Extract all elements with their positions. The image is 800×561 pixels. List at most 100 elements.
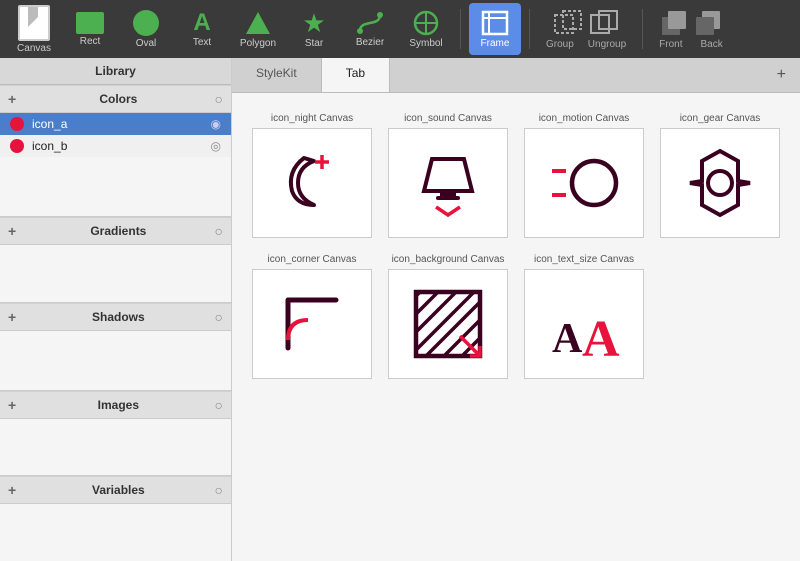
tool-text[interactable]: A Text xyxy=(176,3,228,55)
tool-text-label: Text xyxy=(193,37,211,48)
colors-settings-icon[interactable]: ○ xyxy=(215,91,223,107)
rect-icon xyxy=(76,12,104,34)
color-eye-icon-a[interactable]: ◉ xyxy=(211,117,221,131)
gradients-title: Gradients xyxy=(22,224,214,238)
tabs-bar: StyleKit Tab + xyxy=(232,58,800,93)
corner-icon xyxy=(272,284,352,364)
oval-icon xyxy=(133,10,159,36)
gradients-add-btn[interactable]: + xyxy=(8,223,16,239)
canvas-card-night[interactable]: icon_night Canvas xyxy=(252,113,372,238)
polygon-icon xyxy=(244,10,272,36)
color-item-icon-b[interactable]: icon_b ◎ xyxy=(0,135,231,157)
canvas-thumb-night xyxy=(252,128,372,238)
group-icon xyxy=(553,9,583,37)
canvas-thumb-textsize: A A xyxy=(524,269,644,379)
ungroup-label[interactable]: Ungroup xyxy=(588,39,626,50)
left-panel: Library + Colors ○ icon_a ◉ icon_b ◎ + G… xyxy=(0,58,232,561)
shadows-title: Shadows xyxy=(22,310,214,324)
canvas-label-textsize: icon_text_size Canvas xyxy=(534,254,634,265)
main-content: Library + Colors ○ icon_a ◉ icon_b ◎ + G… xyxy=(0,58,800,561)
color-name-icon-a: icon_a xyxy=(32,117,203,131)
gear-icon xyxy=(680,143,760,223)
canvas-card-corner[interactable]: icon_corner Canvas xyxy=(252,254,372,379)
textsize-icon: A A xyxy=(544,284,624,364)
ungroup-icon xyxy=(589,9,619,37)
canvas-label-motion: icon_motion Canvas xyxy=(539,113,630,124)
canvas-thumb-sound xyxy=(388,128,508,238)
tool-rect-label: Rect xyxy=(80,36,101,47)
bezier-icon xyxy=(356,11,384,35)
motion-icon xyxy=(544,143,624,223)
variables-settings-icon[interactable]: ○ xyxy=(215,482,223,498)
tool-star-label: Star xyxy=(305,38,323,49)
color-dot-icon-a xyxy=(10,117,24,131)
tool-symbol-label: Symbol xyxy=(409,38,442,49)
tool-star[interactable]: ★ Star xyxy=(288,3,340,55)
tab-add-btn[interactable]: + xyxy=(763,58,800,92)
tool-bezier-label: Bezier xyxy=(356,37,384,48)
group-ungroup-section: Group Ungroup xyxy=(538,5,634,54)
canvas-card-textsize[interactable]: icon_text_size Canvas A A xyxy=(524,254,644,379)
canvas-card-sound[interactable]: icon_sound Canvas xyxy=(388,113,508,238)
shadows-add-btn[interactable]: + xyxy=(8,309,16,325)
front-label[interactable]: Front xyxy=(659,39,682,50)
gradients-section-header: + Gradients ○ xyxy=(0,217,231,245)
toolbar: Canvas Rect Oval A Text Polygon ★ Star B… xyxy=(0,0,800,58)
canvas-area: icon_night Canvas icon_sound Canvas xyxy=(232,93,800,561)
canvas-label-corner: icon_corner Canvas xyxy=(268,254,357,265)
front-back-row xyxy=(660,9,722,37)
back-label[interactable]: Back xyxy=(701,39,723,50)
tool-symbol[interactable]: Symbol xyxy=(400,3,452,55)
group-ungroup-row xyxy=(553,9,619,37)
svg-text:A: A xyxy=(552,316,583,362)
tool-polygon-label: Polygon xyxy=(240,38,276,49)
group-label[interactable]: Group xyxy=(546,39,574,50)
canvas-icon xyxy=(18,5,50,41)
group-labels: Group Ungroup xyxy=(546,39,626,50)
canvas-label-night: icon_night Canvas xyxy=(271,113,353,124)
colors-add-btn[interactable]: + xyxy=(8,91,16,107)
canvas-label-sound: icon_sound Canvas xyxy=(404,113,492,124)
color-item-icon-a[interactable]: icon_a ◉ xyxy=(0,113,231,135)
text-icon: A xyxy=(193,11,210,35)
images-add-btn[interactable]: + xyxy=(8,397,16,413)
canvas-card-motion[interactable]: icon_motion Canvas xyxy=(524,113,644,238)
color-eye-icon-b[interactable]: ◎ xyxy=(211,139,221,153)
colors-section-header: + Colors ○ xyxy=(0,85,231,113)
tool-canvas-label: Canvas xyxy=(17,43,51,54)
front-back-section: Front Back xyxy=(651,5,731,54)
tool-frame[interactable]: Frame xyxy=(469,3,521,55)
frame-icon xyxy=(481,10,509,36)
tool-oval-label: Oval xyxy=(136,38,157,49)
front-back-labels: Front Back xyxy=(659,39,723,50)
star-icon: ★ xyxy=(302,10,325,36)
colors-spacer xyxy=(0,157,231,217)
tab-stylekit[interactable]: StyleKit xyxy=(232,58,322,92)
separator-3 xyxy=(642,9,643,49)
images-title: Images xyxy=(22,398,214,412)
tool-oval[interactable]: Oval xyxy=(120,3,172,55)
tool-polygon[interactable]: Polygon xyxy=(232,3,284,55)
canvas-thumb-corner xyxy=(252,269,372,379)
tool-canvas[interactable]: Canvas xyxy=(8,3,60,55)
shadows-settings-icon[interactable]: ○ xyxy=(215,309,223,325)
variables-title: Variables xyxy=(22,483,214,497)
gradients-settings-icon[interactable]: ○ xyxy=(215,223,223,239)
canvas-card-gear[interactable]: icon_gear Canvas xyxy=(660,113,780,238)
tool-bezier[interactable]: Bezier xyxy=(344,3,396,55)
colors-title: Colors xyxy=(22,92,214,106)
canvas-card-background[interactable]: icon_background Canvas xyxy=(388,254,508,379)
symbol-icon xyxy=(412,10,440,36)
variables-spacer xyxy=(0,504,231,561)
shadows-section-header: + Shadows ○ xyxy=(0,303,231,331)
images-settings-icon[interactable]: ○ xyxy=(215,397,223,413)
sound-icon xyxy=(408,143,488,223)
shadows-spacer xyxy=(0,331,231,391)
canvas-thumb-motion xyxy=(524,128,644,238)
canvas-thumb-background xyxy=(388,269,508,379)
separator-2 xyxy=(529,9,530,49)
tool-rect[interactable]: Rect xyxy=(64,3,116,55)
variables-add-btn[interactable]: + xyxy=(8,482,16,498)
tool-frame-label: Frame xyxy=(481,38,510,49)
tab-tab[interactable]: Tab xyxy=(322,58,390,92)
